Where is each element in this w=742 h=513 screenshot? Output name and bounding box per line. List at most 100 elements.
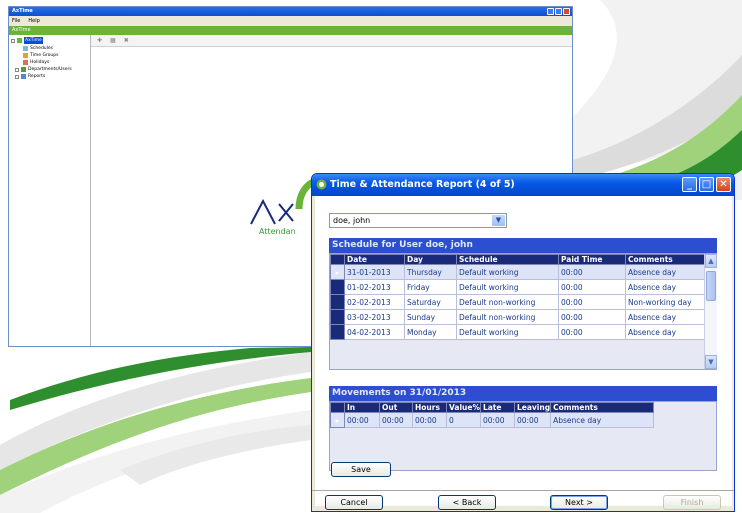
- cell-schedule[interactable]: Default working: [456, 264, 559, 280]
- back-button[interactable]: < Back: [438, 495, 496, 510]
- column-header[interactable]: Paid Time: [558, 254, 626, 265]
- tree-item-label: Time Groups: [30, 53, 59, 58]
- tree-item-schedules[interactable]: Schedules: [23, 45, 53, 52]
- tree-item-holidays[interactable]: Holidays: [23, 59, 49, 66]
- user-select[interactable]: doe, john ▼: [329, 213, 507, 228]
- dialog-titlebar: Time & Attendance Report (4 of 5) _ □ ✕: [312, 174, 734, 196]
- column-header[interactable]: Value%: [446, 402, 481, 413]
- cell-day[interactable]: Friday: [404, 279, 457, 295]
- next-button[interactable]: Next >: [550, 495, 608, 510]
- minimize-button[interactable]: _: [682, 177, 697, 192]
- cell-date[interactable]: 02-02-2013: [344, 294, 405, 310]
- column-header[interactable]: Leaving: [513, 402, 552, 413]
- tree-root[interactable]: AxTime: [11, 37, 43, 44]
- expand-icon[interactable]: [11, 38, 15, 43]
- tree-item-label: Reports: [28, 74, 46, 79]
- cell-paid-time[interactable]: 00:00: [558, 279, 626, 295]
- maximize-button[interactable]: □: [699, 177, 714, 192]
- column-header[interactable]: In: [344, 402, 380, 413]
- cell-date[interactable]: 03-02-2013: [344, 309, 405, 325]
- grid-icon[interactable]: ▦: [110, 37, 116, 44]
- cell-paid-time[interactable]: 00:00: [558, 309, 626, 325]
- table-row[interactable]: 02-02-2013 Saturday Default non-working …: [330, 294, 705, 310]
- axtime-window-controls: [547, 8, 570, 15]
- movements-table: In Out Hours Value% Late Leaving Comment…: [330, 402, 654, 428]
- row-header: [330, 309, 345, 325]
- schedule-scrollbar[interactable]: ▲ ▼: [704, 254, 717, 369]
- cell-day[interactable]: Monday: [404, 324, 457, 340]
- cell-comments[interactable]: Absence day: [625, 264, 705, 280]
- cell-value-percent[interactable]: 0: [446, 412, 481, 428]
- cell-hours[interactable]: 00:00: [412, 412, 447, 428]
- app-bar-title: AxTime: [12, 27, 31, 33]
- finish-button[interactable]: Finish: [663, 495, 721, 510]
- delete-icon[interactable]: ✖: [124, 37, 129, 44]
- tree-item-label: Departments/Users: [28, 67, 72, 72]
- menu-file[interactable]: File: [12, 16, 20, 26]
- chevron-down-icon[interactable]: ▼: [492, 215, 505, 226]
- add-icon[interactable]: ✚: [97, 37, 102, 44]
- menu-help[interactable]: Help: [28, 16, 39, 26]
- cell-paid-time[interactable]: 00:00: [558, 294, 626, 310]
- axtime-toolbar: ✚ ▦ ✖: [91, 35, 572, 47]
- cell-comments[interactable]: Non-working day: [625, 294, 705, 310]
- user-select-value: doe, john: [333, 216, 371, 225]
- cell-date[interactable]: 04-02-2013: [344, 324, 405, 340]
- cell-paid-time[interactable]: 00:00: [558, 324, 626, 340]
- expand-icon[interactable]: [15, 74, 19, 79]
- table-row[interactable]: 01-02-2013 Friday Default working 00:00 …: [330, 279, 705, 295]
- row-header-corner: [330, 402, 345, 413]
- tree-item-time-groups[interactable]: Time Groups: [23, 52, 59, 59]
- scroll-up-icon[interactable]: ▲: [705, 254, 717, 268]
- cell-paid-time[interactable]: 00:00: [558, 264, 626, 280]
- expand-icon[interactable]: [15, 67, 19, 72]
- cell-schedule[interactable]: Default working: [456, 324, 559, 340]
- column-header[interactable]: Out: [379, 402, 413, 413]
- scroll-down-icon[interactable]: ▼: [705, 355, 717, 369]
- cell-comments[interactable]: Absence day: [625, 279, 705, 295]
- movements-section-header: Movements on 31/01/2013: [329, 386, 717, 401]
- cell-day[interactable]: Thursday: [404, 264, 457, 280]
- scrollbar-thumb[interactable]: [706, 271, 716, 301]
- minimize-button[interactable]: [547, 8, 554, 15]
- cell-schedule[interactable]: Default non-working: [456, 294, 559, 310]
- cell-schedule[interactable]: Default working: [456, 279, 559, 295]
- holiday-icon: [23, 60, 28, 65]
- table-row[interactable]: 04-02-2013 Monday Default working 00:00 …: [330, 324, 705, 340]
- cell-leaving[interactable]: 00:00: [513, 412, 552, 428]
- axtime-menubar: File Help: [9, 16, 572, 26]
- column-header[interactable]: Date: [344, 254, 405, 265]
- cell-comments[interactable]: Absence day: [625, 324, 705, 340]
- close-button[interactable]: ✕: [716, 177, 731, 192]
- cell-comments[interactable]: Absence day: [625, 309, 705, 325]
- cell-late[interactable]: 00:00: [479, 412, 515, 428]
- cell-in[interactable]: 00:00: [344, 412, 380, 428]
- column-header[interactable]: Day: [404, 254, 457, 265]
- cancel-button[interactable]: Cancel: [325, 495, 383, 510]
- cell-day[interactable]: Sunday: [404, 309, 457, 325]
- column-header[interactable]: Comments: [550, 402, 654, 413]
- cell-schedule[interactable]: Default non-working: [456, 309, 559, 325]
- group-icon: [23, 53, 28, 58]
- cell-day[interactable]: Saturday: [404, 294, 457, 310]
- column-header[interactable]: Hours: [412, 402, 447, 413]
- tree-root-label: AxTime: [24, 37, 43, 44]
- column-header[interactable]: Schedule: [456, 254, 559, 265]
- column-header[interactable]: Late: [479, 402, 515, 413]
- table-row[interactable]: 03-02-2013 Sunday Default non-working 00…: [330, 309, 705, 325]
- tree-item-reports[interactable]: Reports: [15, 73, 45, 80]
- close-button[interactable]: [563, 8, 570, 15]
- table-row[interactable]: ▸ 00:00 00:00 00:00 0 00:00 00:00 Absenc…: [330, 412, 654, 428]
- table-row[interactable]: ▸ 31-01-2013 Thursday Default working 00…: [330, 264, 705, 280]
- cell-date[interactable]: 31-01-2013: [344, 264, 405, 280]
- column-header[interactable]: Comments: [625, 254, 705, 265]
- save-button[interactable]: Save: [331, 462, 391, 477]
- dialog-window-controls: _ □ ✕: [682, 177, 731, 192]
- maximize-button[interactable]: [555, 8, 562, 15]
- cell-comments[interactable]: Absence day: [550, 412, 654, 428]
- logo-text: Attendan: [259, 227, 296, 236]
- tree-item-departments[interactable]: Departments/Users: [15, 66, 72, 73]
- cell-date[interactable]: 01-02-2013: [344, 279, 405, 295]
- cell-out[interactable]: 00:00: [379, 412, 413, 428]
- row-header: [330, 279, 345, 295]
